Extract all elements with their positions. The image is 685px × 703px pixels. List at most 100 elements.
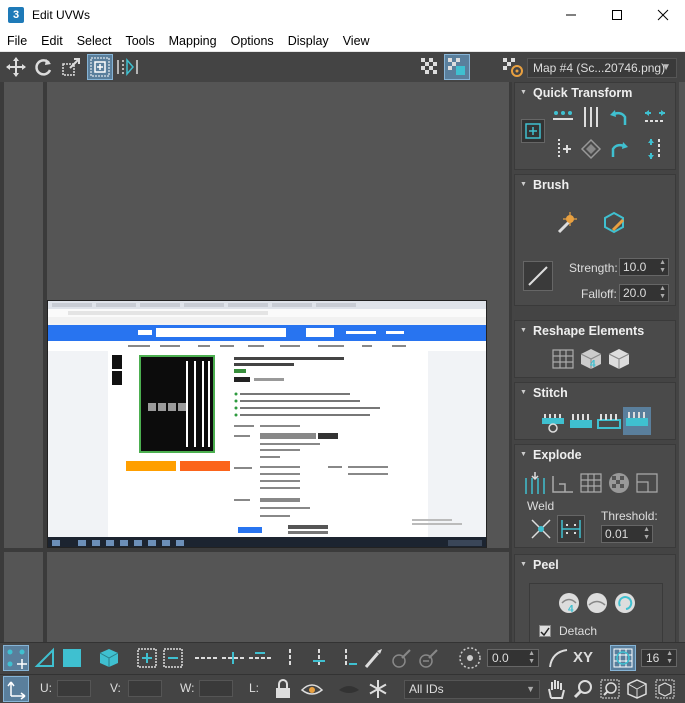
- stitch-title[interactable]: Stitch: [515, 383, 675, 403]
- peel-title[interactable]: Peel: [515, 555, 675, 575]
- uv-viewport[interactable]: [0, 82, 512, 642]
- curve-button[interactable]: [545, 645, 571, 671]
- spinner-arrows-icon[interactable]: ▲ ▼: [659, 259, 666, 275]
- zoom-button[interactable]: [570, 676, 596, 702]
- relax-brush-button[interactable]: [601, 211, 625, 235]
- set-pivot-button[interactable]: [521, 119, 545, 143]
- v-field[interactable]: [128, 680, 162, 697]
- panel-scrollbar[interactable]: [679, 82, 685, 642]
- zoom-selected-button[interactable]: [652, 676, 678, 702]
- freeze-button[interactable]: [365, 676, 391, 702]
- stitch-custom-button[interactable]: [539, 407, 567, 435]
- paint-shrink-button[interactable]: [415, 645, 441, 671]
- show-map-button[interactable]: [444, 54, 470, 80]
- stitch-target-button[interactable]: [623, 407, 651, 435]
- grid-size-spinner[interactable]: 16 ▲ ▼: [641, 649, 677, 667]
- quick-peel-button[interactable]: 4: [555, 589, 583, 617]
- grid-snap-button[interactable]: [610, 645, 636, 671]
- falloff-spinner[interactable]: 20.0 ▲ ▼: [619, 284, 669, 302]
- rotation-spinner[interactable]: 0.0 ▲ ▼: [487, 649, 539, 667]
- map-dropdown[interactable]: Map #4 (Sc...20746.png) ▼: [527, 58, 677, 78]
- move-button[interactable]: [3, 54, 29, 80]
- menu-view[interactable]: View: [336, 30, 377, 52]
- stitch-source-button[interactable]: [567, 407, 595, 435]
- spinner-arrows-icon[interactable]: ▲ ▼: [666, 650, 673, 666]
- scale-button[interactable]: [58, 54, 84, 80]
- align-to-edge-button[interactable]: [551, 137, 575, 161]
- ring-button[interactable]: [277, 645, 303, 671]
- loop-grow-button[interactable]: [193, 645, 219, 671]
- peel-mode-button[interactable]: [583, 589, 611, 617]
- show-hidden-button[interactable]: [336, 676, 362, 702]
- flatten-button[interactable]: [633, 469, 661, 497]
- spinner-arrows-icon[interactable]: ▲ ▼: [659, 285, 666, 301]
- menu-tools[interactable]: Tools: [118, 30, 161, 52]
- menu-mapping[interactable]: Mapping: [162, 30, 224, 52]
- hide-unselected-button[interactable]: [299, 676, 325, 702]
- minimize-button[interactable]: [548, 0, 594, 30]
- relax-button[interactable]: 4: [577, 345, 605, 373]
- paint-select-button[interactable]: [360, 645, 386, 671]
- menu-display[interactable]: Display: [281, 30, 336, 52]
- space-vertical-button[interactable]: [643, 137, 667, 161]
- polygon-mode-button[interactable]: [59, 645, 85, 671]
- element-mode-button[interactable]: [96, 645, 122, 671]
- grow-selection-button[interactable]: [134, 645, 160, 671]
- loop-minus-button[interactable]: [247, 645, 273, 671]
- relax-solid-button[interactable]: [605, 345, 633, 373]
- absolute-offset-button[interactable]: [3, 676, 29, 702]
- explode-checker-button[interactable]: [605, 469, 633, 497]
- menu-options[interactable]: Options: [224, 30, 281, 52]
- close-button[interactable]: [640, 0, 685, 30]
- weld-target-button[interactable]: [557, 515, 585, 543]
- maximize-button[interactable]: [594, 0, 640, 30]
- map-options-button[interactable]: [500, 54, 526, 80]
- vertex-mode-button[interactable]: [3, 645, 29, 671]
- weld-selected-button[interactable]: [527, 515, 555, 543]
- u-field[interactable]: [57, 680, 91, 697]
- detach-checkbox[interactable]: [539, 625, 551, 637]
- explode-title[interactable]: Explode: [515, 445, 675, 465]
- paint-move-button[interactable]: [553, 211, 577, 235]
- reshape-elements-title[interactable]: Reshape Elements: [515, 321, 675, 341]
- ring-grow-button[interactable]: [306, 645, 332, 671]
- menu-select[interactable]: Select: [70, 30, 119, 52]
- edge-mode-button[interactable]: [32, 645, 58, 671]
- rotate-button[interactable]: [30, 54, 56, 80]
- explode-to-grid-button[interactable]: [577, 469, 605, 497]
- stitch-average-button[interactable]: [595, 407, 623, 435]
- shrink-selection-button[interactable]: [160, 645, 186, 671]
- rotate-cw-button[interactable]: [607, 137, 631, 161]
- loop-shrink-button[interactable]: [220, 645, 246, 671]
- mirror-button[interactable]: [115, 54, 141, 80]
- checker-button[interactable]: [417, 54, 443, 80]
- lock-selection-button[interactable]: [270, 676, 296, 702]
- peel-reset-button[interactable]: [611, 589, 639, 617]
- zoom-extents-button[interactable]: [624, 676, 650, 702]
- zoom-region-button[interactable]: [597, 676, 623, 702]
- pan-button[interactable]: [543, 676, 569, 702]
- threshold-spinner[interactable]: 0.01 ▲ ▼: [601, 525, 653, 543]
- space-horizontal-button[interactable]: [643, 105, 667, 129]
- explode-by-angle-button[interactable]: [549, 469, 577, 497]
- linear-align-button[interactable]: [579, 137, 603, 161]
- material-id-dropdown[interactable]: All IDs ▼: [404, 680, 540, 699]
- soft-selection-button[interactable]: [457, 645, 483, 671]
- paint-grow-button[interactable]: [388, 645, 414, 671]
- spinner-arrows-icon[interactable]: ▲ ▼: [643, 526, 650, 542]
- w-field[interactable]: [199, 680, 233, 697]
- brush-title[interactable]: Brush: [515, 175, 675, 195]
- xy-toggle[interactable]: XY: [573, 649, 593, 666]
- strength-spinner[interactable]: 10.0 ▲ ▼: [619, 258, 669, 276]
- menu-file[interactable]: File: [0, 30, 34, 52]
- menu-edit[interactable]: Edit: [34, 30, 70, 52]
- ring-shrink-button[interactable]: [333, 645, 359, 671]
- break-button[interactable]: [521, 469, 549, 497]
- falloff-curve-button[interactable]: [523, 261, 553, 291]
- spinner-arrows-icon[interactable]: ▲ ▼: [528, 650, 535, 666]
- rotate-ccw-button[interactable]: [607, 105, 631, 129]
- straighten-button[interactable]: [549, 345, 577, 373]
- align-horizontal-button[interactable]: [551, 105, 575, 129]
- quick-transform-title[interactable]: Quick Transform: [515, 83, 675, 103]
- freeform-button[interactable]: [87, 54, 113, 80]
